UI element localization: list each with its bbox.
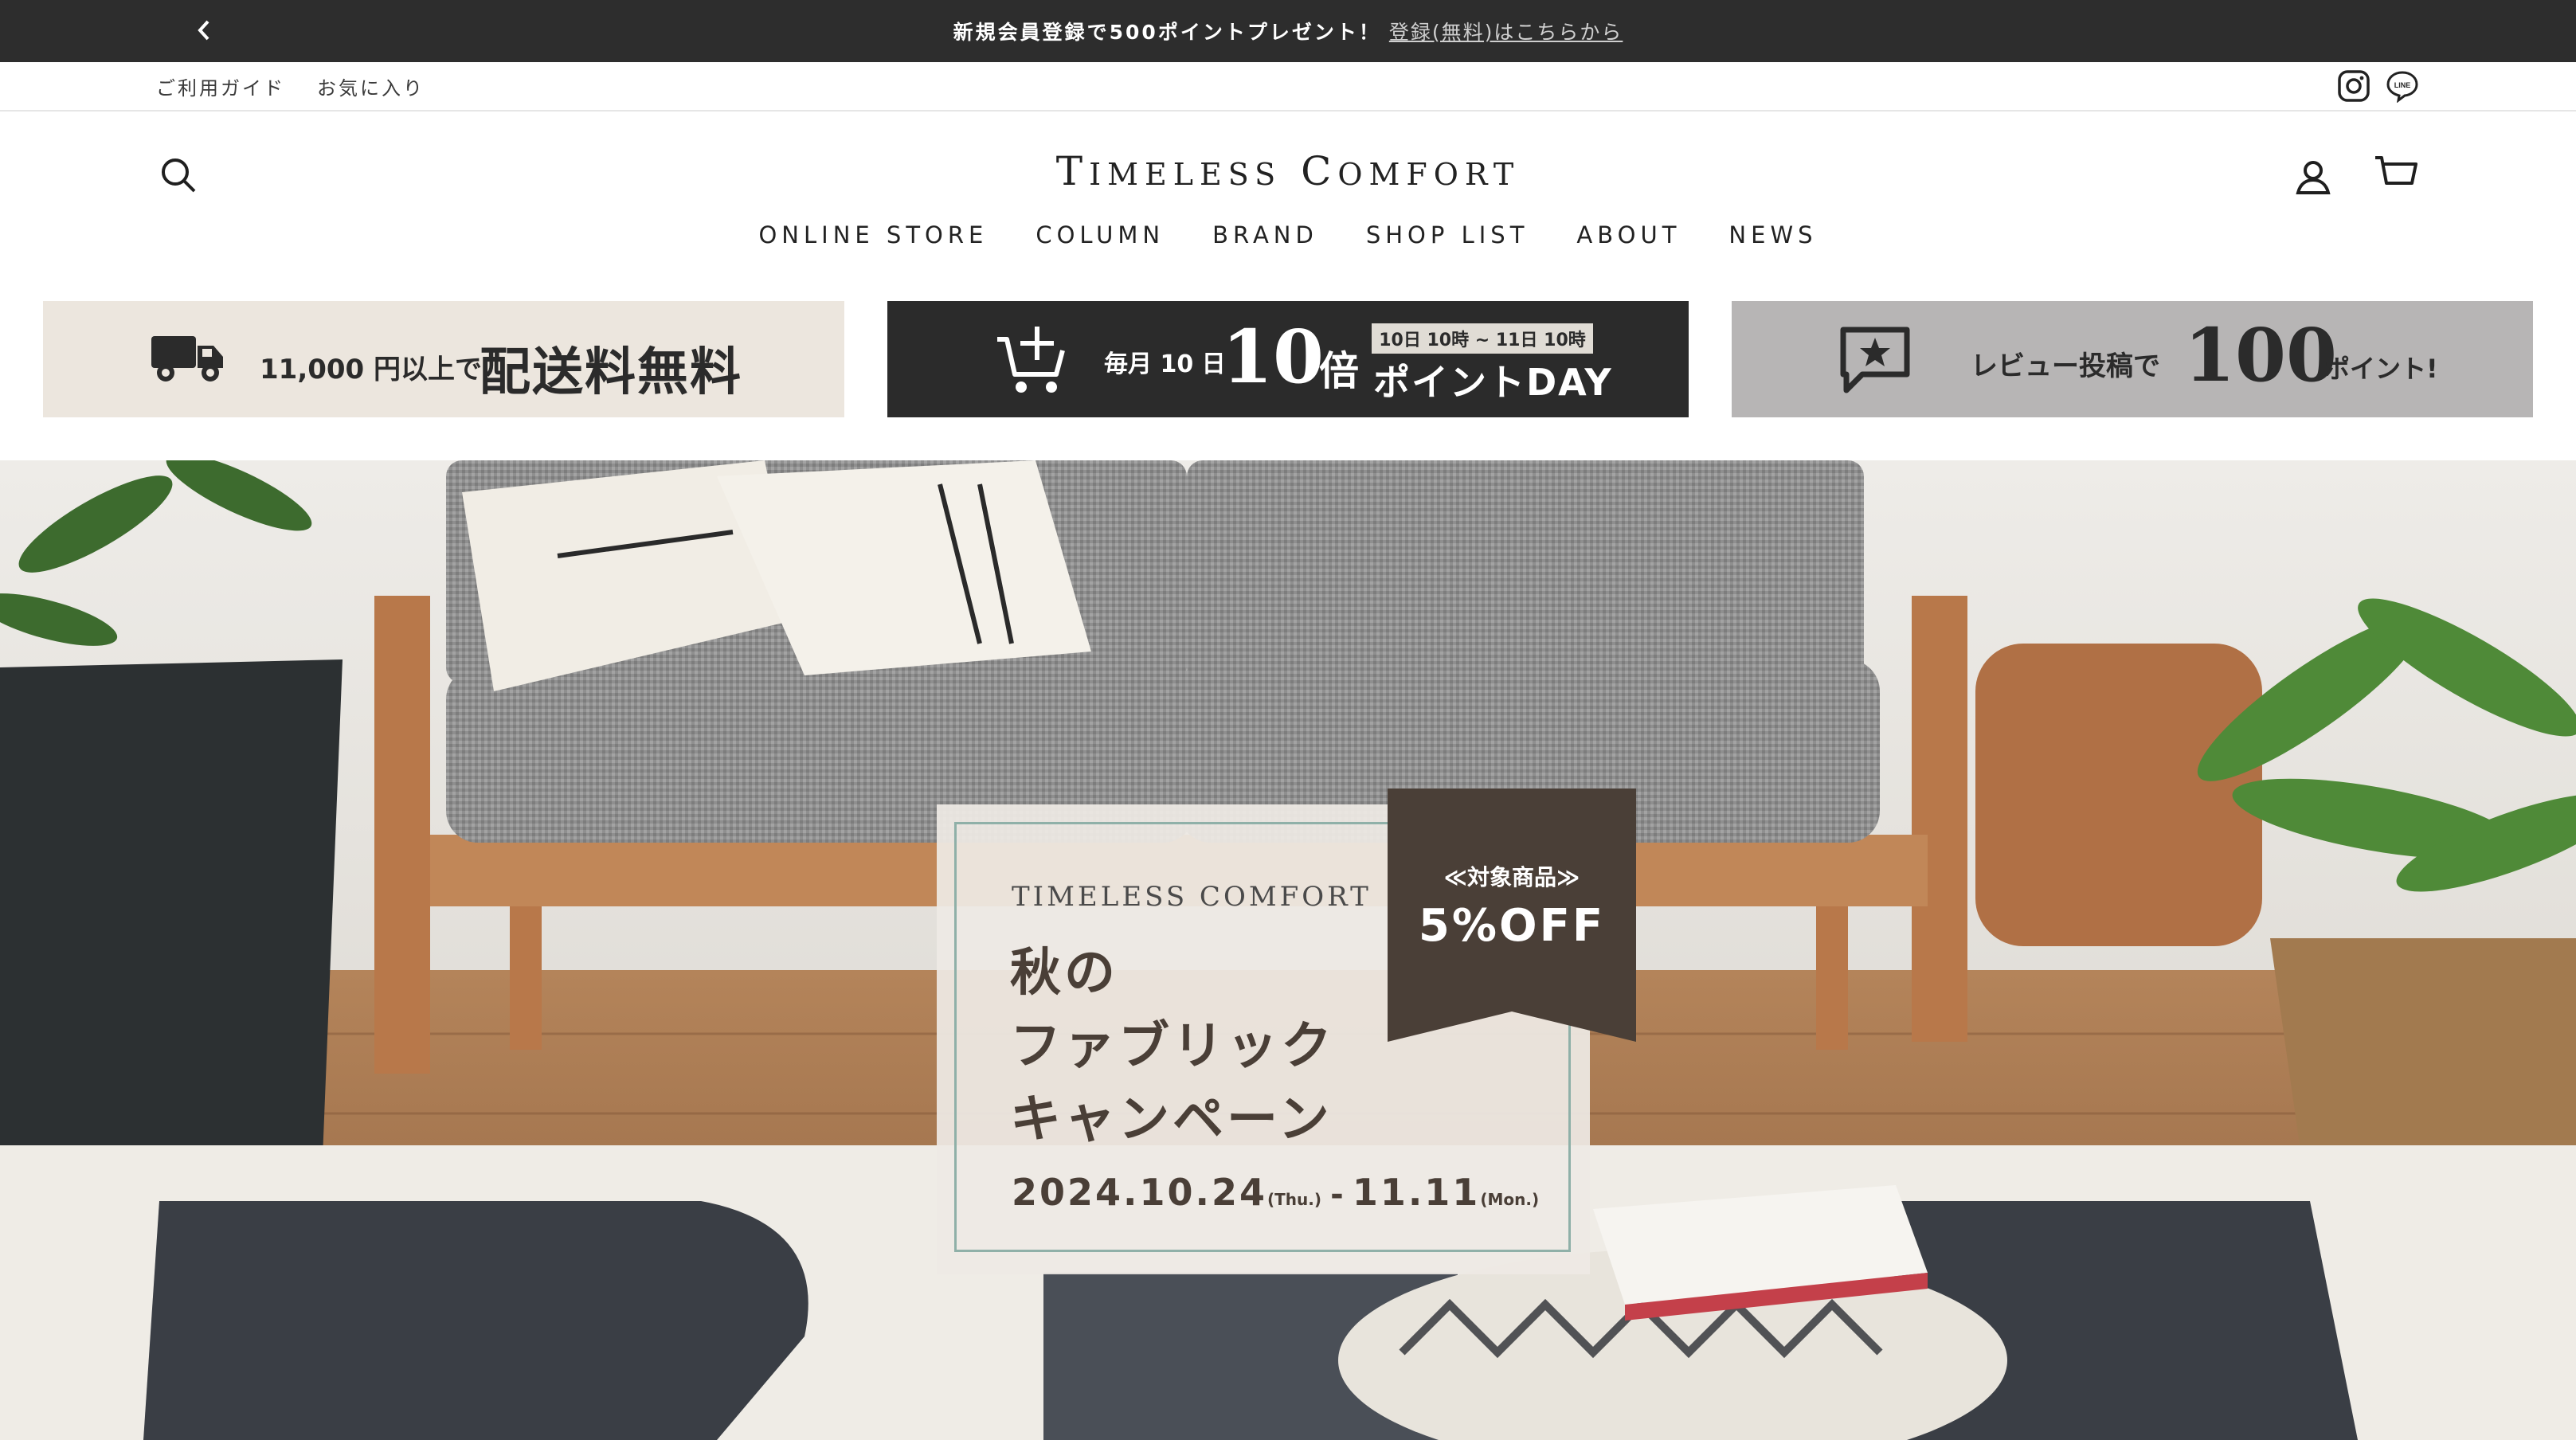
points-day-banner[interactable]: 毎月 10 日 10 倍 10日 10時 ~ 11日 10時 ポイントDAY — [887, 301, 1689, 417]
announcement-prev-button[interactable] — [190, 16, 218, 45]
ribbon-label: ≪対象商品≫ — [1443, 864, 1580, 890]
logo-initial-t: T — [1055, 148, 1090, 194]
chevron-left-icon — [198, 20, 209, 41]
nav-item-online-store[interactable]: ONLINE STORE — [758, 221, 988, 248]
campaign-date-start-day: (Thu.) — [1267, 1190, 1322, 1209]
points-day-big-number: 10 — [1222, 314, 1325, 400]
logo-word-comfort: OMFORT — [1337, 157, 1521, 192]
utility-links: ご利用ガイド お気に入り — [156, 62, 425, 110]
main-nav: ONLINE STORE COLUMN BRAND SHOP LIST ABOU… — [0, 221, 2576, 248]
campaign-date-sep: - — [1330, 1176, 1344, 1213]
announcement-register-link[interactable]: 登録(無料)はこちらから — [1389, 17, 1623, 45]
review-big-number: 100 — [2184, 312, 2338, 398]
line-icon[interactable]: LINE — [2385, 69, 2420, 103]
campaign-title-line3: キャンペーン — [1010, 1090, 1333, 1149]
nav-item-brand[interactable]: BRAND — [1212, 221, 1318, 248]
cart-plus-icon — [997, 327, 1065, 393]
social-links: LINE — [2337, 62, 2420, 110]
campaign-brand: TIMELESS COMFORT — [1012, 881, 1372, 913]
ribbon-discount: 5%OFF — [1418, 900, 1606, 952]
shipping-prefix: 11,000 円以上で — [260, 354, 483, 385]
campaign-date-end-day: (Mon.) — [1480, 1190, 1540, 1209]
review-prefix: レビュー投稿で — [1971, 350, 2160, 382]
cart-button[interactable] — [2374, 155, 2418, 199]
campaign-date-end: 11.11 — [1352, 1171, 1481, 1214]
nav-item-about[interactable]: ABOUT — [1576, 221, 1681, 248]
nav-item-column[interactable]: COLUMN — [1035, 221, 1165, 248]
favorites-link[interactable]: お気に入り — [317, 72, 425, 100]
announcement-text: 新規会員登録で500ポイントプレゼント！ — [953, 21, 1381, 44]
logo-initial-c: C — [1301, 148, 1338, 194]
truck-icon — [151, 336, 223, 382]
account-icon — [2296, 161, 2331, 194]
review-points-banner[interactable]: レビュー投稿で 100 ポイント! — [1732, 301, 2533, 417]
review-suffix: ポイント! — [2324, 354, 2438, 384]
nav-item-shop-list[interactable]: SHOP LIST — [1366, 221, 1529, 248]
logo-word-timeless: IMELESS — [1089, 157, 1282, 192]
discount-ribbon: ≪対象商品≫ 5%OFF — [1388, 788, 1636, 1043]
utility-bar: ご利用ガイド お気に入り LINE — [0, 62, 2576, 112]
svg-text:LINE: LINE — [2394, 81, 2411, 89]
points-day-main: ポイントDAY — [1373, 361, 1613, 404]
site-logo[interactable]: TIMELESS COMFORT — [0, 148, 2576, 194]
points-day-prefix: 毎月 10 日 — [1104, 350, 1226, 378]
review-star-icon — [1840, 327, 1910, 393]
guide-link[interactable]: ご利用ガイド — [156, 72, 285, 100]
campaign-title-line1: 秋の — [1010, 944, 1118, 1003]
cart-icon — [2375, 156, 2417, 185]
instagram-icon[interactable] — [2337, 69, 2370, 103]
account-button[interactable] — [2294, 158, 2332, 199]
points-day-multiplier: 倍 — [1319, 348, 1359, 394]
free-shipping-banner[interactable]: 11,000 円以上で 配送料無料 — [43, 301, 844, 417]
points-day-time-badge: 10日 10時 ~ 11日 10時 — [1372, 323, 1593, 354]
announcement-bar: 新規会員登録で500ポイントプレゼント！ 登録(無料)はこちらから — [0, 0, 2576, 62]
nav-item-news[interactable]: NEWS — [1728, 221, 1817, 248]
shipping-main: 配送料無料 — [480, 343, 742, 402]
campaign-dates: 2024.10.24(Thu.) - 11.11(Mon.) — [1012, 1171, 1539, 1214]
announcement-message: 新規会員登録で500ポイントプレゼント！ 登録(無料)はこちらから — [0, 0, 2576, 62]
campaign-date-start: 2024.10.24 — [1012, 1171, 1268, 1214]
campaign-title-line2: ファブリック — [1010, 1017, 1335, 1076]
